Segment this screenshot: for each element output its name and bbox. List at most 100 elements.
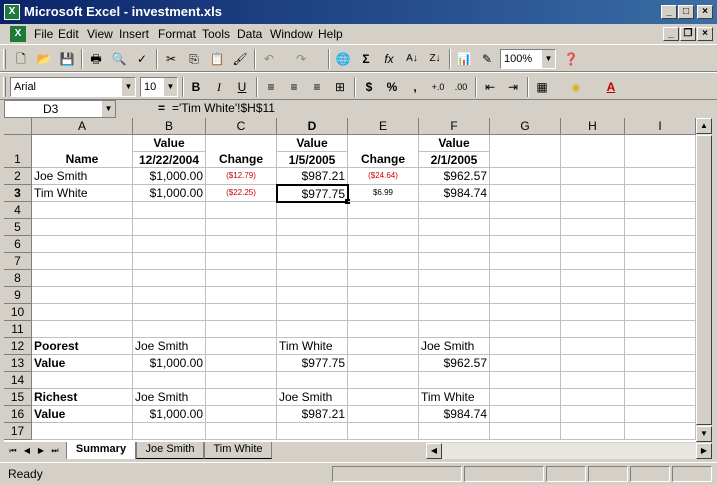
empty-cell[interactable] xyxy=(277,372,348,389)
sheet-tab-joe-smith[interactable]: Joe Smith xyxy=(136,442,204,459)
cell-a2[interactable]: Joe Smith xyxy=(32,168,133,185)
cut-icon[interactable]: ✂ xyxy=(160,49,182,69)
empty-cell[interactable] xyxy=(561,321,625,338)
cell-a15[interactable]: Richest xyxy=(32,389,133,406)
empty-cell[interactable] xyxy=(348,423,419,440)
chevron-down-icon[interactable]: ▼ xyxy=(121,78,135,96)
row-header-8[interactable]: 8 xyxy=(4,270,32,287)
empty-cell[interactable] xyxy=(419,253,490,270)
column-header-b[interactable]: B xyxy=(133,118,206,135)
open-icon[interactable]: 📂 xyxy=(33,49,55,69)
cell-d1-line1[interactable]: Value xyxy=(277,135,348,152)
empty-cell[interactable] xyxy=(561,287,625,304)
menu-data[interactable]: Data xyxy=(237,27,262,41)
empty-cell[interactable] xyxy=(348,202,419,219)
empty-cell[interactable] xyxy=(490,185,561,202)
row-header-10[interactable]: 10 xyxy=(4,304,32,321)
cell-f12[interactable]: Joe Smith xyxy=(419,338,490,355)
row-header-16[interactable]: 16 xyxy=(4,406,32,423)
doc-restore-button[interactable]: ❐ xyxy=(680,27,696,41)
empty-cell[interactable] xyxy=(277,219,348,236)
empty-cell[interactable] xyxy=(206,253,277,270)
empty-cell[interactable] xyxy=(561,168,625,185)
empty-cell[interactable] xyxy=(133,236,206,253)
cell-d2[interactable]: $987.21 xyxy=(277,168,348,185)
empty-cell[interactable] xyxy=(561,423,625,440)
empty-cell[interactable] xyxy=(561,185,625,202)
cell-b16[interactable]: $1,000.00 xyxy=(133,406,206,423)
empty-cell[interactable] xyxy=(133,304,206,321)
column-header-a[interactable]: A xyxy=(32,118,133,135)
cell-e2[interactable]: ($24.64) xyxy=(348,168,419,185)
vertical-scrollbar[interactable]: ▲ ▼ xyxy=(696,118,712,442)
cell-e1[interactable]: Change xyxy=(348,135,419,168)
menu-view[interactable]: View xyxy=(87,27,113,41)
cell-d13[interactable]: $977.75 xyxy=(277,355,348,372)
minimize-button[interactable]: _ xyxy=(661,5,677,19)
empty-cell[interactable] xyxy=(490,406,561,423)
empty-cell[interactable] xyxy=(625,372,696,389)
empty-cell[interactable] xyxy=(206,338,277,355)
empty-cell[interactable] xyxy=(277,304,348,321)
cell-d1-line2[interactable]: 1/5/2005 xyxy=(277,152,348,168)
cell-b2[interactable]: $1,000.00 xyxy=(133,168,206,185)
column-header-f[interactable]: F xyxy=(419,118,490,135)
menu-tools[interactable]: Tools xyxy=(202,27,230,41)
empty-cell[interactable] xyxy=(625,270,696,287)
cell-b1-line1[interactable]: Value xyxy=(133,135,206,152)
cell-f3[interactable]: $984.74 xyxy=(419,185,490,202)
row-header-1[interactable]: 1 xyxy=(4,135,32,168)
paste-icon[interactable]: 📋 xyxy=(206,49,228,69)
empty-cell[interactable] xyxy=(625,389,696,406)
menu-window[interactable]: Window xyxy=(270,27,313,41)
row-header-4[interactable]: 4 xyxy=(4,202,32,219)
cell-f15[interactable]: Tim White xyxy=(419,389,490,406)
empty-cell[interactable] xyxy=(625,287,696,304)
cell-d15[interactable]: Joe Smith xyxy=(277,389,348,406)
empty-cell[interactable] xyxy=(490,135,561,168)
format-painter-icon[interactable]: 🖌 xyxy=(229,49,251,69)
empty-cell[interactable] xyxy=(419,270,490,287)
empty-cell[interactable] xyxy=(419,287,490,304)
scroll-up-icon[interactable]: ▲ xyxy=(696,118,712,134)
spelling-icon[interactable]: ✓ xyxy=(131,49,153,69)
cell-b1-line2[interactable]: 12/22/2004 xyxy=(133,152,206,168)
name-box[interactable]: D3 ▼ xyxy=(4,100,116,118)
cell-f16[interactable]: $984.74 xyxy=(419,406,490,423)
chevron-down-icon[interactable]: ▼ xyxy=(163,78,177,96)
sheet-tab-summary[interactable]: Summary xyxy=(66,442,136,459)
comma-button[interactable]: , xyxy=(404,77,426,97)
empty-cell[interactable] xyxy=(490,372,561,389)
empty-cell[interactable] xyxy=(32,423,133,440)
row-header-15[interactable]: 15 xyxy=(4,389,32,406)
empty-cell[interactable] xyxy=(277,202,348,219)
menu-help[interactable]: Help xyxy=(318,27,343,41)
empty-cell[interactable] xyxy=(625,321,696,338)
empty-cell[interactable] xyxy=(277,423,348,440)
empty-cell[interactable] xyxy=(133,270,206,287)
sheet-tab-tim-white[interactable]: Tim White xyxy=(204,442,272,459)
empty-cell[interactable] xyxy=(133,287,206,304)
align-center-icon[interactable]: ≡ xyxy=(283,77,305,97)
bold-button[interactable]: B xyxy=(185,77,207,97)
cell-d12[interactable]: Tim White xyxy=(277,338,348,355)
empty-cell[interactable] xyxy=(561,338,625,355)
empty-cell[interactable] xyxy=(348,219,419,236)
cell-f2[interactable]: $962.57 xyxy=(419,168,490,185)
empty-cell[interactable] xyxy=(625,219,696,236)
zoom-combo[interactable]: 100% ▼ xyxy=(500,49,556,69)
worksheet-grid[interactable]: A B C D E F G H I 1 2 3 4 5 6 7 8 9 10 1… xyxy=(4,118,696,442)
empty-cell[interactable] xyxy=(348,304,419,321)
empty-cell[interactable] xyxy=(206,423,277,440)
empty-cell[interactable] xyxy=(625,135,696,168)
empty-cell[interactable] xyxy=(32,202,133,219)
increase-decimal-button[interactable]: +.0 xyxy=(427,77,449,97)
empty-cell[interactable] xyxy=(277,236,348,253)
formula-equals[interactable]: = xyxy=(158,101,165,115)
empty-cell[interactable] xyxy=(625,423,696,440)
empty-cell[interactable] xyxy=(561,253,625,270)
empty-cell[interactable] xyxy=(490,236,561,253)
row-header-13[interactable]: 13 xyxy=(4,355,32,372)
empty-cell[interactable] xyxy=(348,338,419,355)
empty-cell[interactable] xyxy=(490,270,561,287)
